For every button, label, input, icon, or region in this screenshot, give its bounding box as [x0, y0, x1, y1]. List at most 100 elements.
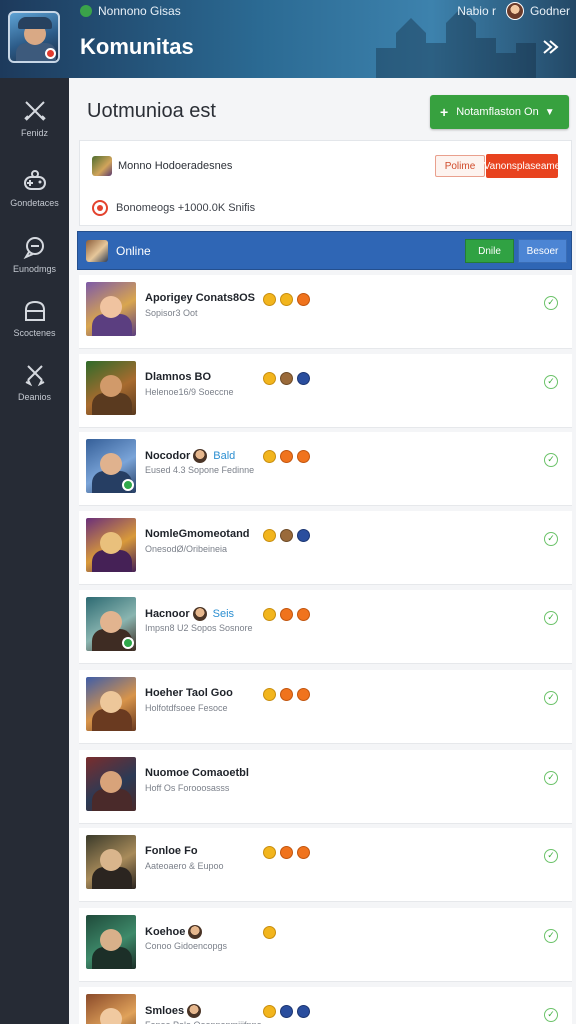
friend-name: Nocodor Bald — [145, 449, 235, 463]
friend-avatar[interactable] — [86, 439, 136, 493]
friend-status: Fenoe Polo Ooonnenmiiifnne — [145, 1020, 262, 1024]
gold-medal-icon — [263, 450, 276, 463]
achievement-badges — [263, 529, 314, 542]
page-title: Komunitas — [80, 34, 194, 59]
check-circle-icon[interactable]: ✓ — [544, 691, 558, 705]
friend-avatar[interactable] — [86, 282, 136, 336]
sidebar-item-friends[interactable]: Fenidz — [0, 98, 69, 154]
sidebar-item-label: Scoctenes — [13, 328, 56, 338]
crossed-swords-icon — [25, 365, 44, 387]
bronze-medal-icon — [280, 529, 293, 542]
friend-name: Nuomoe Comaoetbl — [145, 767, 249, 779]
check-circle-icon[interactable]: ✓ — [544, 771, 558, 785]
orange-medal-icon — [297, 688, 310, 701]
friend-avatar[interactable] — [86, 677, 136, 731]
gold-medal-icon — [263, 372, 276, 385]
sidebar-item-battles[interactable]: Deanios — [0, 362, 69, 418]
friend-avatar[interactable] — [86, 361, 136, 415]
sidebar-item-chat[interactable]: Eunodmgs — [0, 234, 69, 290]
achievement-badges — [263, 293, 314, 306]
main-content: Uotmunioa est + Notamflaston On ▼ Monno … — [69, 78, 576, 1024]
sidebar-item-games[interactable]: Gondetaces — [0, 168, 69, 224]
sidebar: Fenidz Gondetaces Eunodmgs Scoctenes Dea… — [0, 78, 69, 1024]
decline-button[interactable]: Polime — [435, 155, 485, 177]
friend-name: Smloes — [145, 1004, 204, 1018]
orange-medal-icon — [280, 688, 293, 701]
request-text: Monno Hodoeradesnes — [118, 160, 233, 172]
friend-status: Hoff Os Forooosasss — [145, 783, 230, 793]
gold-medal-icon — [263, 529, 276, 542]
small-avatar-icon — [192, 607, 207, 621]
check-circle-icon[interactable]: ✓ — [544, 849, 558, 863]
status-bar: Nonnono Gisas Nabio r Godner — [80, 2, 570, 20]
notification-badge — [45, 48, 56, 59]
achievement-badges — [263, 372, 314, 385]
friend-status: Sopisor3 Oot — [145, 308, 198, 318]
friend-status: Conoo Gidoencopgs — [145, 941, 228, 951]
status-text: Nabio r — [457, 4, 496, 18]
gold-medal-icon — [263, 1005, 276, 1018]
username[interactable]: Godner — [530, 4, 570, 18]
friend-row[interactable]: NomleGmomeotand OnesodØ/Oribeineia ✓ — [79, 511, 572, 585]
blue-medal-icon — [297, 1005, 310, 1018]
online-status-dot — [122, 479, 134, 491]
check-circle-icon[interactable]: ✓ — [544, 532, 558, 546]
sidebar-item-label: Fenidz — [20, 128, 48, 138]
blue-medal-icon — [280, 1005, 293, 1018]
plus-icon: + — [440, 104, 449, 120]
friend-row[interactable]: Fonloe Fo Aateoaero & Eupoo ✓ — [79, 828, 572, 902]
check-circle-icon[interactable]: ✓ — [544, 296, 558, 310]
filter-other-button[interactable]: Besoer — [518, 239, 567, 263]
friend-row[interactable]: Koehoe Conoo Gidoencopgs ✓ — [79, 908, 572, 982]
friend-row[interactable]: Smloes Fenoe Polo Ooonnenmiiifnne ✓ — [79, 987, 572, 1024]
friend-row[interactable]: Aporigey Conats8OS Sopisor3 Oot ✓ — [79, 275, 572, 349]
sidebar-item-label: Gondetaces — [10, 198, 59, 208]
user-avatar[interactable] — [8, 11, 60, 63]
orange-medal-icon — [297, 293, 310, 306]
small-avatar-icon — [188, 925, 203, 939]
check-circle-icon[interactable]: ✓ — [544, 375, 558, 389]
friend-name-text: Hacnoor — [145, 608, 190, 620]
gold-medal-icon — [263, 846, 276, 859]
avatar — [92, 156, 112, 176]
friend-tag: Seis — [212, 608, 235, 620]
check-circle-icon[interactable]: ✓ — [544, 611, 558, 625]
accept-button[interactable]: Vanonsplaseame — [484, 154, 560, 178]
friend-avatar[interactable] — [86, 757, 136, 811]
friend-name: Hacnoor Seis — [145, 607, 234, 621]
store-icon — [24, 300, 45, 321]
orange-medal-icon — [297, 450, 310, 463]
profile-avatar-small[interactable] — [505, 2, 524, 20]
sidebar-item-label: Eunodmgs — [12, 264, 57, 274]
online-header: Online Dnile Besoer — [77, 231, 572, 270]
gold-medal-icon — [263, 293, 276, 306]
small-avatar-icon — [193, 449, 208, 463]
app-name: Nonnono Gisas — [98, 4, 181, 18]
friend-row[interactable]: Hacnoor Seis Impsn8 U2 Sopos Sosnore ✓ — [79, 590, 572, 664]
friend-row[interactable]: Hoeher Taol Goo Holfotdfsoee Fesoce ✓ — [79, 670, 572, 744]
friend-avatar[interactable] — [86, 597, 136, 651]
friend-name: Dlamnos BO — [145, 371, 211, 383]
controller-icon — [23, 170, 46, 190]
friend-row[interactable]: Nocodor Bald Eused 4.3 Sopone Fedinne ✓ — [79, 432, 572, 506]
check-circle-icon[interactable]: ✓ — [544, 453, 558, 467]
friend-row[interactable]: Dlamnos BO Helenoe16/9 Soeccne ✓ — [79, 354, 572, 428]
expand-arrow-icon[interactable] — [540, 36, 562, 58]
avatar — [86, 239, 108, 262]
check-circle-icon[interactable]: ✓ — [544, 929, 558, 943]
friend-name: Aporigey Conats8OS — [145, 292, 255, 304]
add-friend-button[interactable]: + Notamflaston On ▼ — [430, 95, 569, 129]
filter-online-button[interactable]: Dnile — [465, 239, 514, 263]
friend-status: Eused 4.3 Sopone Fedinne — [145, 465, 255, 475]
friend-row[interactable]: Nuomoe Comaoetbl Hoff Os Forooosasss ✓ — [79, 750, 572, 824]
gold-medal-icon — [263, 926, 276, 939]
friend-avatar[interactable] — [86, 994, 136, 1024]
check-circle-icon[interactable]: ✓ — [544, 1008, 558, 1022]
sidebar-item-store[interactable]: Scoctenes — [0, 298, 69, 354]
friend-avatar[interactable] — [86, 518, 136, 572]
friend-name-text: Nocodor — [145, 450, 191, 462]
friend-avatar[interactable] — [86, 835, 136, 889]
friend-avatar[interactable] — [86, 915, 136, 969]
friend-name-text: Dlamnos BO — [145, 371, 212, 383]
small-avatar-icon — [187, 1004, 202, 1018]
